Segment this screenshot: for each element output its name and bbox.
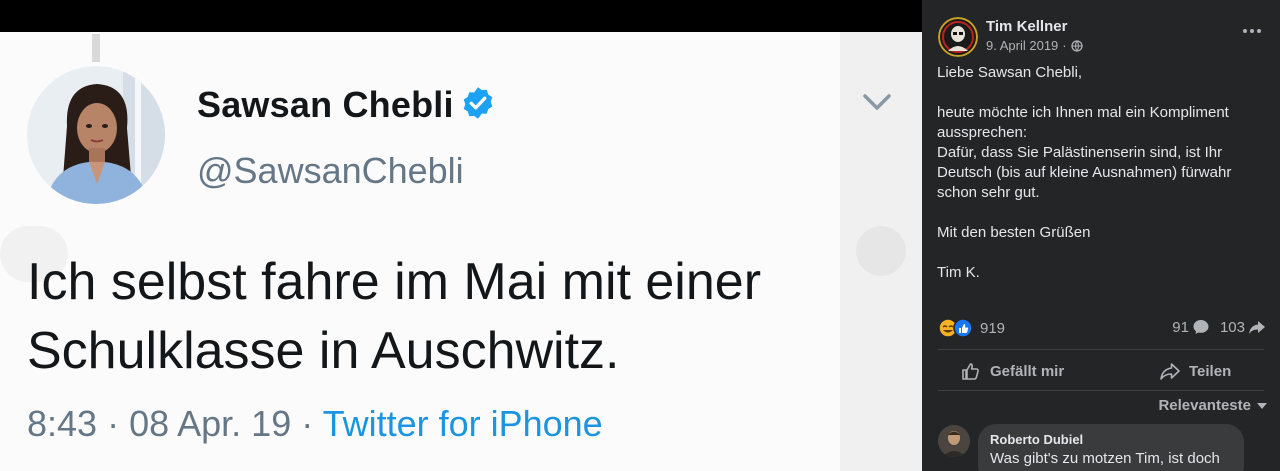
author-avatar[interactable] xyxy=(938,17,978,57)
more-horizontal-icon[interactable] xyxy=(1241,24,1263,38)
post-date[interactable]: 9. April 2019 xyxy=(986,38,1058,53)
post-meta: 9. April 2019 · xyxy=(986,38,1083,53)
caret-down-icon xyxy=(1257,402,1267,409)
post-author[interactable]: Tim Kellner xyxy=(986,18,1067,35)
comment-sort-dropdown[interactable]: Relevanteste xyxy=(1158,397,1268,414)
post-sidebar: Tim Kellner 9. April 2019 · Liebe Sawsan… xyxy=(922,0,1280,471)
tweet-text-line-2: Schulklasse in Auschwitz. xyxy=(27,322,620,380)
divider xyxy=(938,349,1264,350)
verified-badge-icon xyxy=(463,87,493,119)
comments-count: 91 xyxy=(1172,318,1189,336)
shares-count: 103 xyxy=(1219,318,1245,336)
comment-text: Was gibt's zu motzen Tim, ist doch xyxy=(990,450,1220,467)
chevron-down-icon xyxy=(863,94,891,110)
meta-separator: · xyxy=(291,403,323,444)
tweet-handle: @SawsanChebli xyxy=(197,150,464,191)
comment-author[interactable]: Roberto Dubiel xyxy=(990,432,1232,447)
post-text: Liebe Sawsan Chebli, heute möchte ich Ih… xyxy=(937,64,1232,281)
meta-separator: · xyxy=(97,403,130,444)
sort-label: Relevanteste xyxy=(1158,397,1251,414)
thumbs-up-icon xyxy=(962,363,979,380)
photo-artifact xyxy=(92,34,100,62)
tweet-text-line-1: Ich selbst fahre im Mai mit einer xyxy=(27,253,762,311)
share-icon xyxy=(1160,363,1180,380)
share-label: Teilen xyxy=(1189,362,1232,380)
divider xyxy=(938,390,1264,391)
comments-count-link[interactable]: 91 xyxy=(1172,318,1210,336)
photo-top-bar xyxy=(0,0,922,32)
tweet-meta: 8:43 · 08 Apr. 19 · Twitter for iPhone xyxy=(27,403,603,445)
tweet-time: 8:43 xyxy=(27,403,98,444)
next-photo-button[interactable] xyxy=(856,226,906,276)
reaction-icons xyxy=(938,318,974,338)
reactions-summary[interactable]: 919 xyxy=(938,318,1005,338)
like-label: Gefällt mir xyxy=(990,362,1065,380)
tweet-display-name: Sawsan Chebli xyxy=(197,84,454,125)
commenter-avatar[interactable] xyxy=(938,425,970,457)
share-arrow-icon xyxy=(1249,321,1265,334)
comment-bubble: Roberto Dubiel Was gibt's zu motzen Tim,… xyxy=(978,424,1244,471)
tweet-text: Ich selbst fahre im Mai mit einer Schulk… xyxy=(27,248,837,386)
globe-icon xyxy=(1070,39,1083,52)
tweet-avatar xyxy=(27,66,165,204)
comment-icon xyxy=(1193,320,1209,334)
like-button[interactable]: Gefällt mir xyxy=(960,360,1064,382)
date-separator: · xyxy=(1062,38,1067,53)
tweet-source: Twitter for iPhone xyxy=(322,403,603,444)
shares-count-link[interactable]: 103 xyxy=(1220,318,1266,336)
photo-viewer: Sawsan Chebli @SawsanChebli Ich selbst f… xyxy=(0,0,922,471)
tweet-date: 08 Apr. 19 xyxy=(129,403,292,444)
reactions-count: 919 xyxy=(980,319,1006,337)
engagement-counts: 91 103 xyxy=(1172,318,1266,336)
share-button[interactable]: Teilen xyxy=(1159,360,1231,382)
